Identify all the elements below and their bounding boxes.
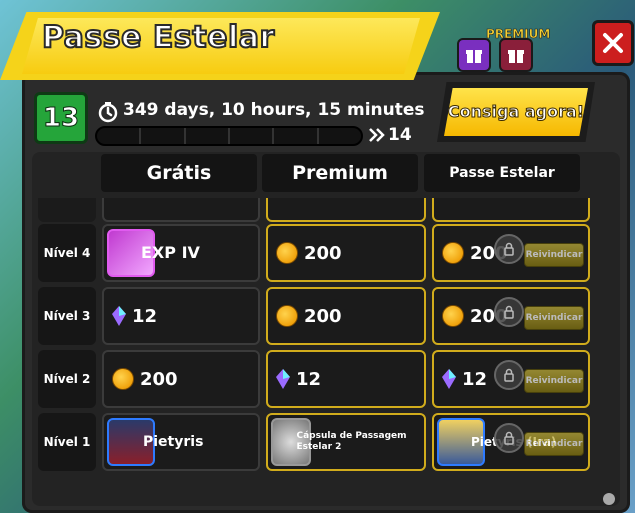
- buy-now-button[interactable]: Consiga agora!: [444, 88, 588, 136]
- level-progress-bar: [95, 126, 363, 146]
- reward-premium[interactable]: 200: [266, 287, 426, 345]
- close-button[interactable]: [592, 20, 634, 66]
- reward-star-pass[interactable]: 12 Reivindicar: [432, 350, 590, 408]
- tab-free[interactable]: Grátis: [101, 154, 257, 192]
- season-timer: 349 days, 10 hours, 15 minutes: [123, 100, 425, 120]
- coin-icon: [112, 368, 134, 390]
- reward-premium[interactable]: 200: [266, 224, 426, 282]
- crystal-icon: [112, 306, 126, 326]
- gift-icon[interactable]: [499, 38, 533, 72]
- current-level-badge: 13: [34, 92, 88, 144]
- reward-premium[interactable]: Cápsula de Passagem Estelar 2: [266, 413, 426, 471]
- scrollbar-thumb[interactable]: [603, 493, 615, 505]
- tab-premium[interactable]: Premium: [262, 154, 418, 192]
- coin-icon: [442, 305, 464, 327]
- tab-star-pass[interactable]: Passe Estelar: [424, 154, 580, 192]
- list-item: [38, 198, 96, 222]
- row-level-label: Nível 1: [38, 413, 96, 471]
- reward-star-pass[interactable]: 200 Reivindicar: [432, 287, 590, 345]
- next-level-indicator: 14: [368, 125, 412, 145]
- claim-button[interactable]: Reivindicar: [524, 369, 584, 393]
- close-icon: [603, 33, 623, 53]
- lock-icon: [494, 423, 524, 453]
- reward-star-pass[interactable]: 200 Reivindicar: [432, 224, 590, 282]
- row-level-label: Nível 4: [38, 224, 96, 282]
- coin-icon: [276, 242, 298, 264]
- reward-free[interactable]: Pietyris: [102, 413, 260, 471]
- double-chevron-icon: [369, 128, 385, 142]
- reward-star-pass[interactable]: Pietyris (Ira) Reivindicar: [432, 413, 590, 471]
- lock-icon: [494, 360, 524, 390]
- coin-icon: [442, 242, 464, 264]
- row-level-label: Nível 3: [38, 287, 96, 345]
- crystal-icon: [442, 369, 456, 389]
- claim-button[interactable]: Reivindicar: [524, 243, 584, 267]
- claim-button[interactable]: Reivindicar: [524, 306, 584, 330]
- reward-free[interactable]: EXP IV: [102, 224, 260, 282]
- lock-icon: [494, 234, 524, 264]
- coin-icon: [276, 305, 298, 327]
- page-title: Passe Estelar: [41, 19, 275, 56]
- crystal-icon: [276, 369, 290, 389]
- reward-free[interactable]: 12: [102, 287, 260, 345]
- row-level-label: Nível 2: [38, 350, 96, 408]
- reward-free[interactable]: 200: [102, 350, 260, 408]
- reward-premium[interactable]: 12: [266, 350, 426, 408]
- timer-icon: [98, 102, 118, 123]
- lock-icon: [494, 297, 524, 327]
- gift-icon[interactable]: [457, 38, 491, 72]
- claim-button[interactable]: Reivindicar: [524, 432, 584, 456]
